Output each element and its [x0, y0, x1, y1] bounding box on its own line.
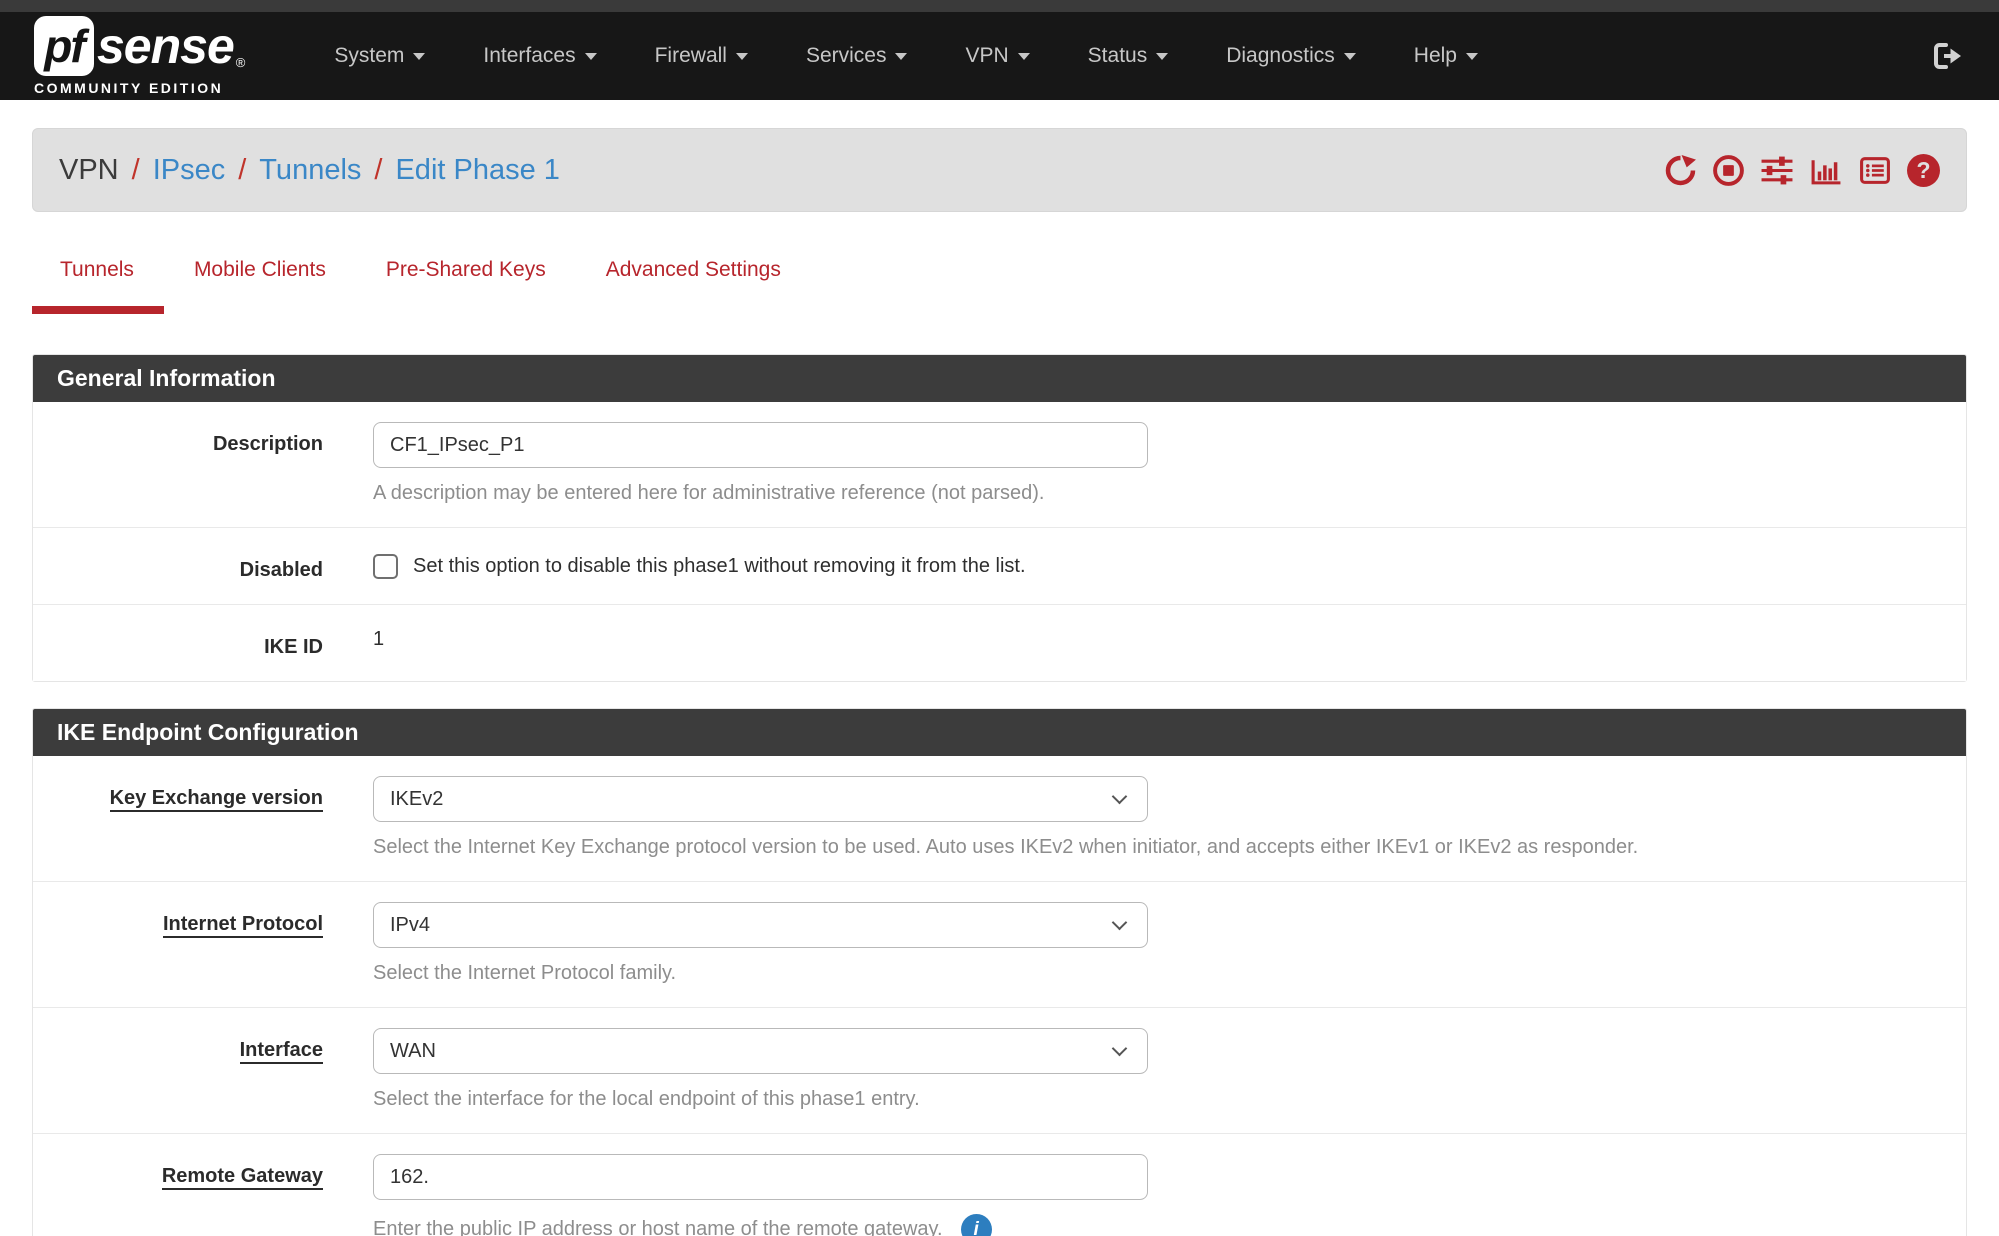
disabled-checkbox-label: Set this option to disable this phase1 w…	[413, 555, 1026, 578]
nav-item-label: Interfaces	[483, 44, 575, 68]
help-icon[interactable]: ?	[1907, 154, 1940, 187]
nav-item-label: Status	[1088, 44, 1148, 68]
bar-chart-icon[interactable]	[1809, 154, 1843, 187]
remote-gateway-label: Remote Gateway	[33, 1154, 323, 1236]
remote-gateway-help: Enter the public IP address or host name…	[373, 1218, 943, 1236]
disabled-label: Disabled	[33, 548, 323, 582]
tab-mobile-clients[interactable]: Mobile Clients	[164, 258, 356, 314]
tab-tunnels[interactable]: Tunnels	[32, 258, 164, 314]
interface-label: Interface	[33, 1028, 323, 1111]
sliders-icon[interactable]	[1760, 154, 1794, 187]
general-information-panel: General Information Description A descri…	[32, 354, 1967, 682]
internet-protocol-help: Select the Internet Protocol family.	[373, 962, 1966, 985]
pfsense-logo[interactable]: pf sense ® COMMUNITY EDITION	[34, 16, 245, 96]
key-exchange-version-value: IKEv2	[390, 788, 443, 811]
nav-menu: System Interfaces Firewall Services VPN …	[305, 12, 1507, 100]
ipsec-tab-bar: Tunnels Mobile Clients Pre-Shared Keys A…	[32, 258, 1967, 314]
key-exchange-version-select[interactable]: IKEv2	[373, 776, 1148, 822]
chevron-down-icon	[895, 53, 907, 60]
interface-value: WAN	[390, 1040, 436, 1063]
key-exchange-version-row: Key Exchange version IKEv2 Select the In…	[33, 756, 1966, 882]
nav-item-help[interactable]: Help	[1385, 12, 1507, 100]
nav-item-services[interactable]: Services	[777, 12, 937, 100]
key-exchange-version-label: Key Exchange version	[33, 776, 323, 859]
internet-protocol-label: Internet Protocol	[33, 902, 323, 985]
breadcrumb-ipsec[interactable]: IPsec	[153, 154, 226, 187]
ike-endpoint-configuration-panel: IKE Endpoint Configuration Key Exchange …	[32, 708, 1967, 1236]
chevron-down-icon	[1018, 53, 1030, 60]
nav-item-label: Diagnostics	[1226, 44, 1335, 68]
ike-endpoint-configuration-body: Key Exchange version IKEv2 Select the In…	[33, 756, 1966, 1236]
interface-select[interactable]: WAN	[373, 1028, 1148, 1074]
tab-advanced-settings[interactable]: Advanced Settings	[576, 258, 811, 314]
community-edition-label: COMMUNITY EDITION	[34, 80, 245, 96]
chevron-down-icon	[1466, 53, 1478, 60]
nav-item-label: Firewall	[655, 44, 727, 68]
main-navbar: pf sense ® COMMUNITY EDITION System Inte…	[0, 12, 1999, 100]
sign-out-icon[interactable]	[1931, 40, 1965, 72]
tab-pre-shared-keys[interactable]: Pre-Shared Keys	[356, 258, 576, 314]
chevron-down-icon	[1112, 1041, 1128, 1057]
internet-protocol-select[interactable]: IPv4	[373, 902, 1148, 948]
top-strip	[0, 0, 1999, 12]
breadcrumb-edit-phase-1[interactable]: Edit Phase 1	[395, 154, 559, 187]
nav-item-status[interactable]: Status	[1059, 12, 1198, 100]
ike-id-row: IKE ID 1	[33, 605, 1966, 681]
chevron-down-icon	[1344, 53, 1356, 60]
description-help: A description may be entered here for ad…	[373, 482, 1966, 505]
nav-item-diagnostics[interactable]: Diagnostics	[1197, 12, 1385, 100]
nav-item-label: VPN	[965, 44, 1008, 68]
internet-protocol-value: IPv4	[390, 914, 430, 937]
general-information-body: Description A description may be entered…	[33, 402, 1966, 681]
chevron-down-icon	[1112, 915, 1128, 931]
panel-title-ike-endpoint-configuration: IKE Endpoint Configuration	[33, 709, 1966, 756]
chevron-down-icon	[585, 53, 597, 60]
pfsense-logo-wordmark: pf sense ®	[34, 16, 245, 76]
chevron-down-icon	[1156, 53, 1168, 60]
description-row: Description A description may be entered…	[33, 402, 1966, 528]
remote-gateway-row: Remote Gateway Enter the public IP addre…	[33, 1134, 1966, 1236]
disabled-checkbox[interactable]	[373, 554, 398, 579]
breadcrumb-separator: /	[374, 154, 382, 187]
breadcrumb: VPN / IPsec / Tunnels / Edit Phase 1	[32, 128, 1967, 212]
nav-item-interfaces[interactable]: Interfaces	[454, 12, 625, 100]
stop-circle-icon[interactable]	[1712, 154, 1745, 187]
nav-item-label: Help	[1414, 44, 1457, 68]
breadcrumb-separator: /	[132, 154, 140, 187]
chevron-down-icon	[1112, 789, 1128, 805]
registered-mark: ®	[236, 55, 246, 70]
breadcrumb-tunnels[interactable]: Tunnels	[259, 154, 361, 187]
chevron-down-icon	[413, 53, 425, 60]
chevron-down-icon	[736, 53, 748, 60]
list-icon[interactable]	[1858, 154, 1892, 187]
nav-item-label: Services	[806, 44, 887, 68]
redo-icon[interactable]	[1664, 154, 1697, 187]
key-exchange-version-help: Select the Internet Key Exchange protoco…	[373, 836, 1966, 859]
ike-id-value: 1	[373, 625, 1966, 651]
nav-item-system[interactable]: System	[305, 12, 454, 100]
disabled-row: Disabled Set this option to disable this…	[33, 528, 1966, 605]
breadcrumb-separator: /	[238, 154, 246, 187]
interface-row: Interface WAN Select the interface for t…	[33, 1008, 1966, 1134]
sense-wordmark: sense	[97, 17, 234, 75]
nav-item-label: System	[334, 44, 404, 68]
breadcrumb-vpn: VPN	[59, 154, 119, 187]
info-icon[interactable]: i	[961, 1214, 992, 1236]
nav-item-firewall[interactable]: Firewall	[626, 12, 777, 100]
panel-title-general-information: General Information	[33, 355, 1966, 402]
interface-help: Select the interface for the local endpo…	[373, 1088, 1966, 1111]
remote-gateway-input[interactable]	[373, 1154, 1148, 1200]
internet-protocol-row: Internet Protocol IPv4 Select the Intern…	[33, 882, 1966, 1008]
page-action-icons: ?	[1664, 154, 1940, 187]
description-input[interactable]	[373, 422, 1148, 468]
description-label: Description	[33, 422, 323, 505]
ike-id-label: IKE ID	[33, 625, 323, 659]
nav-item-vpn[interactable]: VPN	[936, 12, 1058, 100]
pf-logo-box: pf	[34, 16, 94, 76]
